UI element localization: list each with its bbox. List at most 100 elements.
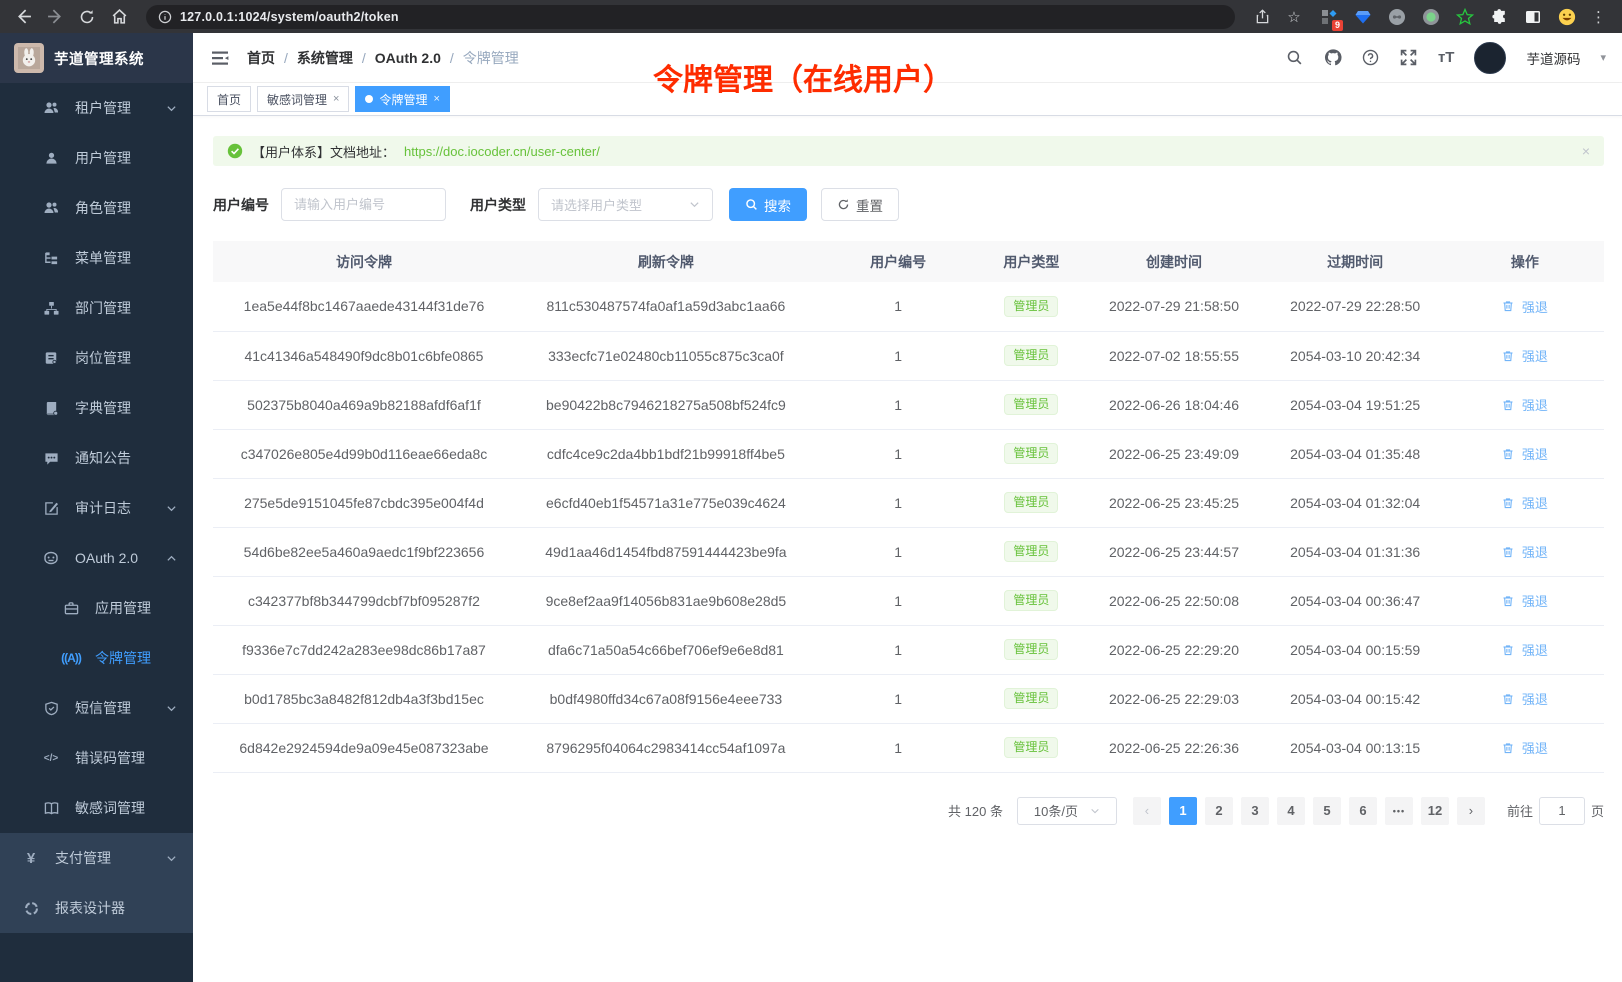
force-logout-button[interactable]: 强退 [1502,542,1548,561]
force-logout-button[interactable]: 强退 [1502,346,1548,365]
user-type-select[interactable]: 请选择用户类型 [538,188,713,221]
sidebar-item-error-code[interactable]: </> 错误码管理 [0,733,193,783]
force-logout-button[interactable]: 强退 [1502,689,1548,708]
sidebar-item-department[interactable]: 部门管理 [0,283,193,333]
sidebar-item-oauth[interactable]: OAuth 2.0 [0,533,193,583]
side-panel-icon[interactable] [1523,7,1543,27]
share-icon[interactable] [1249,4,1275,30]
page-size-select[interactable]: 10条/页 [1017,797,1117,825]
sidebar-item-pay[interactable]: ¥ 支付管理 [0,833,193,883]
force-logout-button[interactable]: 强退 [1502,640,1548,659]
tab-sensitive-words[interactable]: 敏感词管理 × [257,86,349,112]
green-star-extension-icon[interactable] [1455,7,1475,27]
sidebar-item-sms[interactable]: 短信管理 [0,683,193,733]
sidebar-item-notice[interactable]: 通知公告 [0,433,193,483]
url-text[interactable]: 127.0.0.1:1024/system/oauth2/token [180,10,399,24]
sidebar-item-tenant[interactable]: 租户管理 [0,83,193,133]
sidebar-logo[interactable]: 芋道管理系统 [0,33,193,83]
sidebar-item-token-management[interactable]: ((A)) 令牌管理 [0,633,193,683]
cell-expire-time: 2054-03-04 01:31:36 [1265,527,1446,576]
sidebar-item-sensitive-words[interactable]: 敏感词管理 [0,783,193,833]
cell-refresh-token: 8796295f04064c2983414cc54af1097a [515,723,817,772]
cell-refresh-token: 49d1aa46d1454fbd87591444423be9fa [515,527,817,576]
trash-icon [1502,497,1514,509]
sidebar-item-role[interactable]: 角色管理 [0,183,193,233]
user-type-badge: 管理员 [1004,394,1058,415]
page-button-6[interactable]: 6 [1349,797,1377,825]
more-pages-icon[interactable]: ••• [1385,797,1413,825]
alert-close-icon[interactable]: × [1582,143,1590,159]
close-icon[interactable]: × [433,93,439,105]
address-bar[interactable]: 127.0.0.1:1024/system/oauth2/token [146,5,1235,29]
help-icon[interactable] [1362,49,1380,67]
search-icon[interactable] [1286,49,1304,67]
github-icon[interactable] [1324,49,1342,67]
goto-page-input[interactable] [1539,797,1585,825]
site-info-icon[interactable] [158,10,172,24]
active-tab-dot [365,95,373,103]
sidebar-item-label: 报表设计器 [55,898,125,918]
green-circle-extension-icon[interactable] [1421,7,1441,27]
cell-user-id: 1 [817,478,979,527]
force-logout-button[interactable]: 强退 [1502,738,1548,757]
breadcrumb-oauth[interactable]: OAuth 2.0 [375,50,441,66]
table-row: b0d1785bc3a8482f812db4a3f3bd15ecb0df4980… [213,674,1604,723]
page-button-4[interactable]: 4 [1277,797,1305,825]
user-id-input[interactable] [281,188,446,221]
sidebar-item-menu[interactable]: 菜单管理 [0,233,193,283]
puzzle-extension-icon[interactable] [1489,7,1509,27]
back-icon[interactable] [10,4,36,30]
page-button-last[interactable]: 12 [1421,797,1449,825]
sidebar-collapse-icon[interactable] [209,47,231,69]
search-button[interactable]: 搜索 [729,188,807,221]
forward-icon[interactable] [42,4,68,30]
breadcrumb-separator: / [284,50,288,66]
browser-menu-icon[interactable]: ⋮ [1591,8,1606,26]
post-icon [43,350,59,366]
extension-grid-icon[interactable]: 9 [1319,7,1339,27]
emoji-avatar-icon[interactable] [1557,7,1577,27]
gem-extension-icon[interactable] [1353,7,1373,27]
sidebar-item-dictionary[interactable]: 字典管理 [0,383,193,433]
breadcrumb-system[interactable]: 系统管理 [297,48,353,68]
bookmark-star-icon[interactable]: ☆ [1281,4,1307,30]
tab-home[interactable]: 首页 [207,86,251,112]
page-button-2[interactable]: 2 [1205,797,1233,825]
sidebar-item-app-management[interactable]: 应用管理 [0,583,193,633]
reset-button-label: 重置 [856,195,883,215]
gray-circle-extension-icon[interactable] [1387,7,1407,27]
next-page-button[interactable]: › [1457,797,1485,825]
search-button-label: 搜索 [764,195,791,215]
sidebar-item-label: OAuth 2.0 [75,550,138,566]
table-header-row: 访问令牌 刷新令牌 用户编号 用户类型 创建时间 过期时间 操作 [213,241,1604,282]
reset-button[interactable]: 重置 [821,188,899,221]
username[interactable]: 芋道源码 [1526,48,1580,68]
user-avatar[interactable] [1474,42,1506,74]
force-logout-button[interactable]: 强退 [1502,493,1548,512]
reload-icon[interactable] [74,4,100,30]
prev-page-button[interactable]: ‹ [1133,797,1161,825]
force-logout-button[interactable]: 强退 [1502,444,1548,463]
user-type-placeholder: 请选择用户类型 [551,195,642,214]
tab-token-management[interactable]: 令牌管理 × [355,86,449,112]
force-logout-button[interactable]: 强退 [1502,297,1548,316]
force-logout-label: 强退 [1522,689,1548,708]
user-caret-icon[interactable]: ▾ [1600,51,1606,64]
sidebar-item-audit-log[interactable]: 审计日志 [0,483,193,533]
token-icon: ((A)) [63,650,79,666]
sidebar-item-user[interactable]: 用户管理 [0,133,193,183]
home-icon[interactable] [106,4,132,30]
sidebar-item-post[interactable]: 岗位管理 [0,333,193,383]
page-button-1[interactable]: 1 [1169,797,1197,825]
page-button-3[interactable]: 3 [1241,797,1269,825]
font-size-icon[interactable]: тT [1438,49,1455,66]
page-button-5[interactable]: 5 [1313,797,1341,825]
force-logout-button[interactable]: 强退 [1502,395,1548,414]
sidebar-item-report-designer[interactable]: 报表设计器 [0,883,193,933]
force-logout-button[interactable]: 强退 [1502,591,1548,610]
fullscreen-icon[interactable] [1400,49,1418,67]
doc-link[interactable]: https://doc.iocoder.cn/user-center/ [404,144,600,159]
close-icon[interactable]: × [333,93,339,105]
user-type-badge: 管理员 [1004,443,1058,464]
breadcrumb-home[interactable]: 首页 [247,48,275,68]
